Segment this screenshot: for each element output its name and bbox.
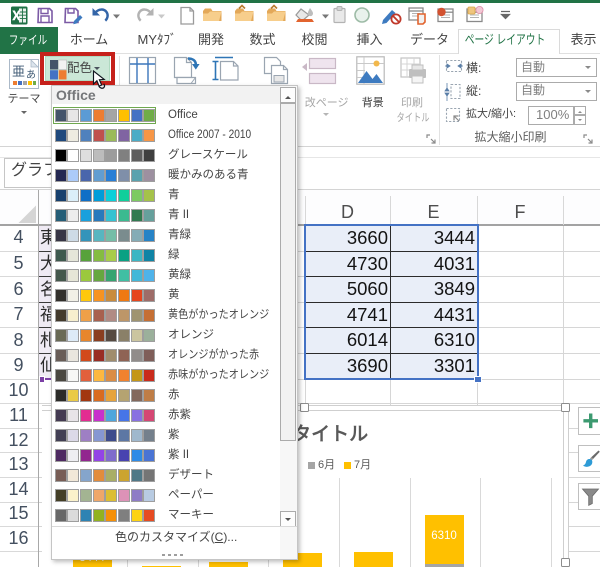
svg-text:あ: あ xyxy=(26,69,36,81)
svg-text:亜: 亜 xyxy=(12,64,25,79)
